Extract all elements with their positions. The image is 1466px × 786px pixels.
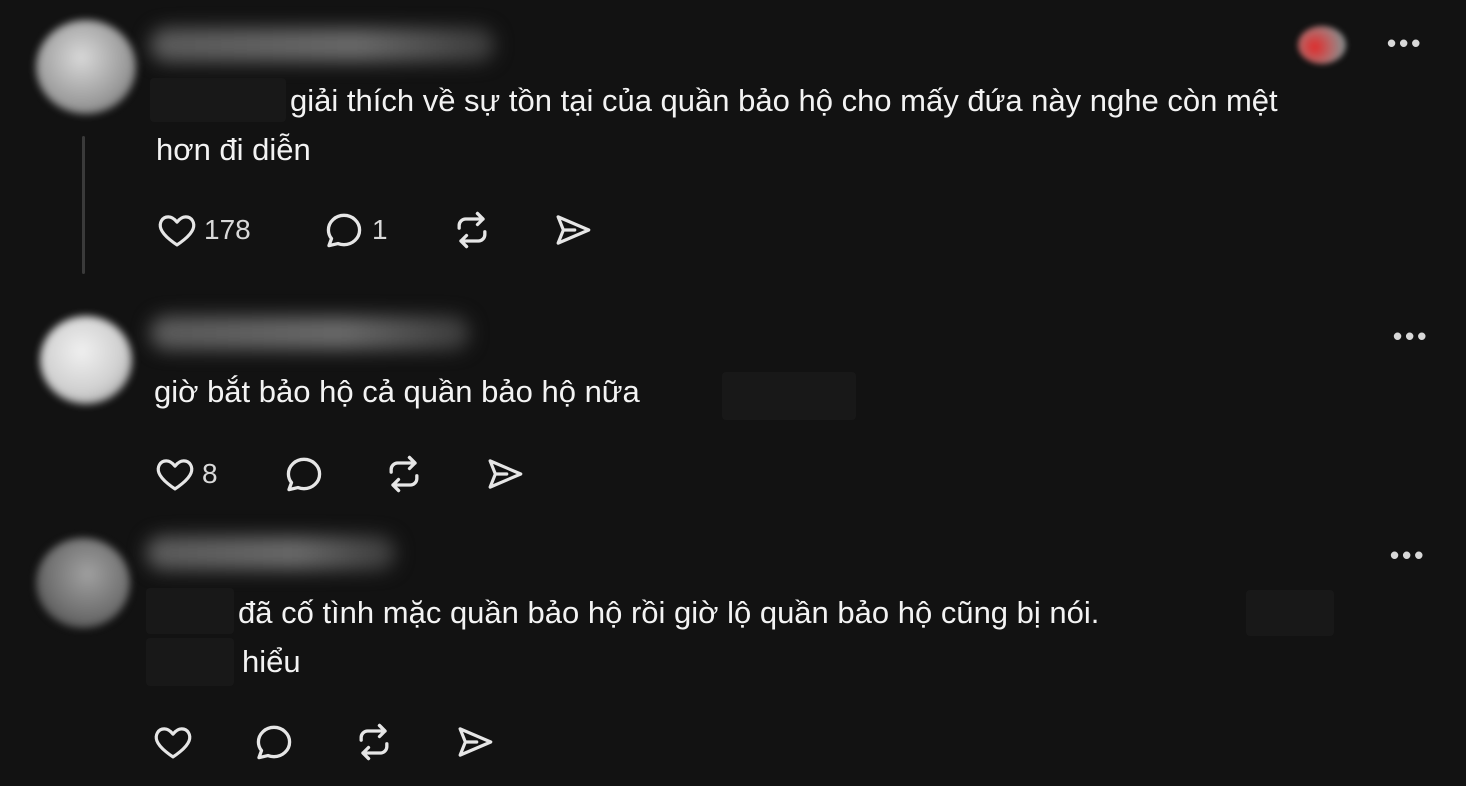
more-options-button[interactable]: ••• <box>1390 542 1426 568</box>
username-blurred[interactable] <box>150 28 495 62</box>
redacted-region <box>722 372 856 420</box>
username-blurred[interactable] <box>150 316 470 350</box>
reaction-avatar <box>1298 26 1346 64</box>
redacted-region <box>1246 590 1334 636</box>
avatar[interactable] <box>40 316 132 404</box>
comment-text-line-2: hiểu <box>242 644 301 679</box>
reply-button[interactable]: 1 <box>322 208 388 252</box>
heart-icon <box>156 209 198 251</box>
action-bar: 178 1 <box>156 208 616 252</box>
comment-icon <box>252 720 296 764</box>
repost-icon <box>352 720 396 764</box>
more-options-button[interactable]: ••• <box>1393 323 1429 349</box>
comment-text-line-1: giải thích về sự tồn tại của quần bảo hộ… <box>290 83 1278 118</box>
like-count: 178 <box>204 214 251 245</box>
like-count: 8 <box>202 458 218 489</box>
action-bar: 8 <box>154 452 554 496</box>
like-button[interactable]: 8 <box>154 452 218 496</box>
redacted-region <box>146 588 234 634</box>
heart-icon <box>152 721 194 763</box>
like-button[interactable] <box>152 720 194 764</box>
reply-count: 1 <box>372 214 388 245</box>
username-blurred[interactable] <box>146 536 396 570</box>
like-button[interactable]: 178 <box>156 208 251 252</box>
share-button[interactable] <box>552 208 594 252</box>
avatar[interactable] <box>36 538 130 628</box>
comment-post: ••• đã cố tình mặc quần bảo hộ rồi giờ l… <box>0 520 1466 786</box>
reply-button[interactable] <box>282 452 326 496</box>
comment-icon <box>322 208 366 252</box>
share-button[interactable] <box>484 452 526 496</box>
share-button[interactable] <box>454 720 496 764</box>
repost-button[interactable] <box>382 452 426 496</box>
repost-icon <box>450 208 494 252</box>
comment-post: ••• giải thích về sự tồn tại của quần bả… <box>0 0 1466 290</box>
repost-button[interactable] <box>352 720 396 764</box>
send-icon <box>484 453 526 495</box>
redacted-region <box>146 638 234 686</box>
thread-line <box>82 136 85 274</box>
comment-icon <box>282 452 326 496</box>
reply-button[interactable] <box>252 720 296 764</box>
send-icon <box>454 721 496 763</box>
avatar[interactable] <box>36 20 136 114</box>
send-icon <box>552 209 594 251</box>
action-bar <box>152 720 552 764</box>
redacted-region <box>150 78 286 122</box>
comment-text-line-2: hơn đi diễn <box>156 132 311 167</box>
comment-text-line-1: giờ bắt bảo hộ cả quần bảo hộ nữa <box>154 374 640 409</box>
repost-button[interactable] <box>450 208 494 252</box>
more-options-button[interactable]: ••• <box>1387 30 1423 56</box>
heart-icon <box>154 453 196 495</box>
comment-post: ••• giờ bắt bảo hộ cả quần bảo hộ nữa 8 <box>0 290 1466 520</box>
comment-text-line-1: đã cố tình mặc quần bảo hộ rồi giờ lộ qu… <box>238 595 1100 630</box>
repost-icon <box>382 452 426 496</box>
